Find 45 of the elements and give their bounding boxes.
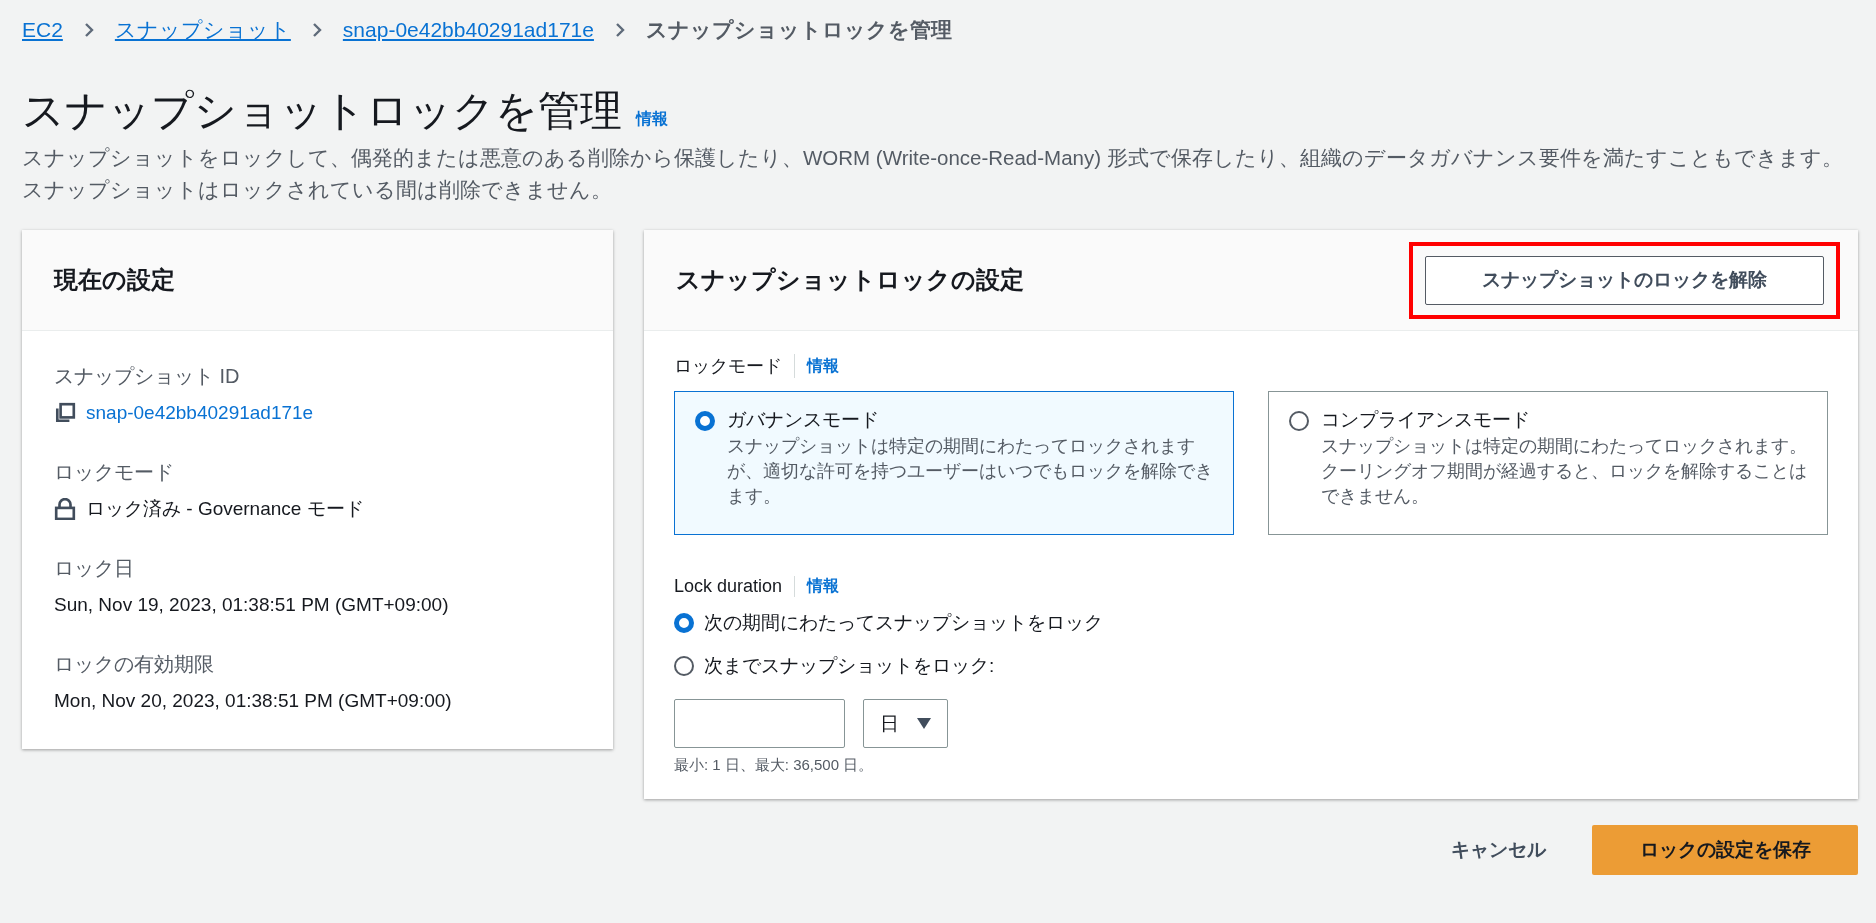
section-label: ロックモード: [674, 354, 795, 378]
hint-text: 最小: 1 日、最大: 36,500 日。: [674, 756, 875, 775]
field-value: Mon, Nov 20, 2023, 01:38:51 PM (GMT+09:00): [54, 689, 452, 713]
radio-label: 次の期間にわたってスナップショットをロック: [704, 610, 1103, 635]
option-title: ガバナンスモード: [727, 408, 880, 432]
chevron-icon: [613, 22, 626, 38]
duration-input[interactable]: [674, 699, 845, 748]
breadcrumb-link[interactable]: snap-0e42bb40291ad171e: [342, 18, 594, 42]
caret-icon: [917, 718, 931, 729]
panel-title: スナップショットロックの設定: [676, 265, 1024, 295]
info-link[interactable]: 情報: [807, 575, 840, 597]
field-label: ロックの有効期限: [54, 652, 215, 677]
field-label: ロック日: [54, 556, 135, 581]
radio-label: 次までスナップショットをロック:: [704, 653, 995, 678]
radio-button[interactable]: [674, 655, 694, 676]
breadcrumb-link[interactable]: EC2: [22, 18, 63, 42]
radio-button[interactable]: [674, 612, 694, 633]
cancel-button[interactable]: キャンセル: [1441, 837, 1556, 863]
panel-title: 現在の設定: [54, 265, 175, 295]
option-description: スナップショットは特定の期間にわたってロックされます。クーリングオフ期間が経過すると、ロックを解除することはできません。: [1321, 435, 1807, 508]
save-button[interactable]: ロックの設定を保存: [1592, 825, 1858, 875]
page-title: スナップショットロックを管理: [22, 86, 622, 136]
snapshot-id-link[interactable]: snap-0e42bb40291ad171e: [86, 395, 314, 431]
unlock-button[interactable]: スナップショットのロックを解除: [1425, 255, 1824, 305]
section-label: Lock duration: [674, 575, 796, 597]
info-link[interactable]: 情報: [636, 109, 668, 130]
field-value: ロック済み - Governance モード: [86, 497, 364, 521]
page-description: スナップショットをロックして、偶発的または悪意のある削除から保護したり、WORM (Write-once-Read-Many) 形式で保存したり、組織のデータガバナンス要件を満たすこともできます。スナップショットはロックされている間は削除できません。: [22, 145, 1844, 203]
mode-option-card[interactable]: ガバナンスモード スナップショットは特定の期間にわたってロックされますが、適切な許可を持つユーザーはいつでもロックを解除できます。: [674, 391, 1234, 535]
option-title: コンプライアンスモード: [1321, 408, 1531, 432]
lock-icon: [54, 498, 76, 520]
field-label: スナップショット ID: [54, 364, 241, 389]
chevron-icon: [310, 22, 323, 38]
breadcrumb-link[interactable]: スナップショット: [114, 16, 291, 44]
mode-option-card[interactable]: コンプライアンスモード スナップショットは特定の期間にわたってロックされます。クーリングオフ期間が経過すると、ロックを解除することはできません。: [1268, 391, 1828, 535]
chevron-icon: [82, 22, 95, 38]
field-value: Sun, Nov 19, 2023, 01:38:51 PM (GMT+09:00): [54, 593, 449, 617]
copy-icon: [54, 402, 76, 424]
radio-button[interactable]: [695, 411, 715, 431]
info-link[interactable]: 情報: [807, 355, 839, 377]
breadcrumb-current: スナップショットロックを管理: [645, 17, 952, 43]
field-label: ロックモード: [54, 460, 175, 485]
unit-dropdown[interactable]: 日: [863, 699, 948, 748]
option-description: スナップショットは特定の期間にわたってロックされますが、適切な許可を持つユーザーはいつでもロックを解除できます。: [727, 435, 1213, 508]
radio-button[interactable]: [1289, 411, 1309, 431]
